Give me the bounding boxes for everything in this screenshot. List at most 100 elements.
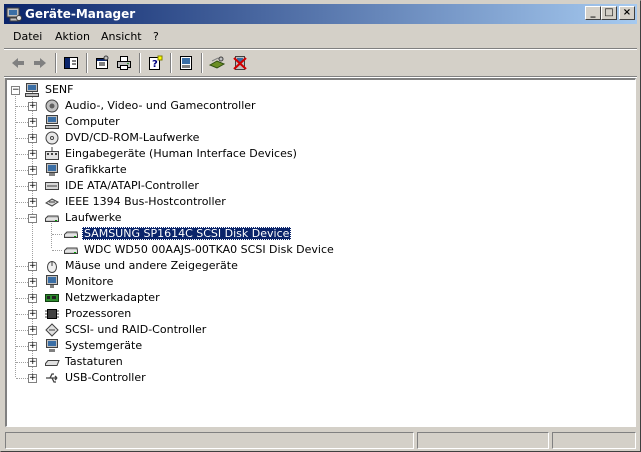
system-devices-icon [46,339,58,352]
expand-toggle[interactable]: + [28,278,37,287]
tree-connector-line [52,234,62,235]
device-tree[interactable]: − SENF + Audio-, Video- und Gamecontrolle… [5,78,636,427]
tree-category[interactable]: + Eingabegeräte (Human Interface Devices) [7,146,627,162]
toolbar: ? [4,50,637,76]
tree-label: Systemgeräte [65,339,143,352]
help-button[interactable]: ? [145,53,165,73]
tree-category[interactable]: + IDE ATA/ATAPI-Controller [7,178,627,194]
expand-toggle[interactable]: + [28,326,37,335]
update-driver-button[interactable] [176,53,196,73]
collapse-toggle[interactable]: − [28,214,37,223]
keyboard-icon [45,360,60,366]
tree-label: Grafikkarte [65,163,127,176]
tree-category[interactable]: − Laufwerke [7,210,627,226]
tree-category[interactable]: + Systemgeräte [7,338,627,354]
tree-category[interactable]: + Mäuse und andere Zeigegeräte [7,258,627,274]
tree-label: Audio-, Video- und Gamecontroller [65,99,256,112]
cd-drive-icon [45,131,59,145]
back-button[interactable] [8,53,28,73]
scsi-controller-icon [45,323,59,337]
status-panel-3 [552,432,636,449]
svg-text:?: ? [152,59,158,70]
toolbar-separator [86,53,88,73]
expand-toggle[interactable]: + [28,118,37,127]
processor-icon [45,309,59,319]
tree-label: Laufwerke [65,211,122,224]
expand-toggle[interactable]: + [28,358,37,367]
tree-category[interactable]: + Grafikkarte [7,162,627,178]
expand-toggle[interactable]: + [28,342,37,351]
tree-category[interactable]: + Computer [7,114,627,130]
tree-connector-line [52,250,62,251]
firewire-icon [45,198,59,207]
expand-toggle[interactable]: + [28,294,37,303]
monitor-icon [46,275,58,288]
display-adapter-icon [46,163,58,176]
tree-category[interactable]: + Tastaturen [7,354,627,370]
expand-toggle[interactable]: + [28,150,37,159]
menu-datei[interactable]: Datei [13,30,42,43]
expand-toggle[interactable]: + [28,262,37,271]
expand-toggle[interactable]: + [28,198,37,207]
minimize-button[interactable]: _ [585,6,601,20]
disk-drive-icon [64,247,78,254]
tree-label: USB-Controller [65,371,146,384]
expand-toggle[interactable]: + [28,310,37,319]
device-manager-window: Geräte-Manager _ □ × Datei Aktion Ansich… [0,0,641,452]
menu-help[interactable]: ? [153,30,159,43]
hid-icon [45,147,59,160]
tree-category[interactable]: + Audio-, Video- und Gamecontroller [7,98,627,114]
tree-device[interactable]: SAMSUNG SP1614C SCSI Disk Device [7,226,627,242]
window-title: Geräte-Manager [25,7,136,21]
uninstall-button[interactable] [230,53,250,73]
expand-toggle[interactable]: + [28,102,37,111]
menu-ansicht[interactable]: Ansicht [101,30,142,43]
title-bar[interactable]: Geräte-Manager _ □ × [4,4,637,24]
tree-root[interactable]: − SENF [7,82,627,98]
expand-toggle[interactable]: + [28,134,37,143]
expand-toggle[interactable]: + [28,182,37,191]
expand-toggle[interactable]: + [28,374,37,383]
status-bar [4,430,637,450]
print-button[interactable] [114,53,134,73]
close-button[interactable]: × [619,6,635,20]
tree-device[interactable]: WDC WD50 00AAJS-00TKA0 SCSI Disk Device [7,242,627,258]
back-arrow-icon [12,58,24,68]
expand-toggle[interactable]: + [28,166,37,175]
tree-label: IDE ATA/ATAPI-Controller [65,179,199,192]
uninstall-icon [233,56,247,70]
tree-label: Netzwerkadapter [65,291,160,304]
disk-drive-icon [45,215,59,222]
tree-category[interactable]: + Netzwerkadapter [7,290,627,306]
tree-label: WDC WD50 00AAJS-00TKA0 SCSI Disk Device [84,243,334,256]
menu-bar: Datei Aktion Ansicht ? [4,27,637,47]
tree-label: Monitore [65,275,114,288]
tree-label: Mäuse und andere Zeigegeräte [65,259,238,272]
scan-hardware-icon [209,56,225,69]
menu-aktion[interactable]: Aktion [55,30,90,43]
collapse-toggle[interactable]: − [11,86,20,95]
properties-button[interactable] [92,53,112,73]
tree-label: Eingabegeräte (Human Interface Devices) [65,147,297,160]
computer-icon [45,115,59,129]
tree-label: Computer [65,115,120,128]
tree-category[interactable]: + Prozessoren [7,306,627,322]
tree-category[interactable]: + SCSI- und RAID-Controller [7,322,627,338]
tree-label-root: SENF [45,83,74,96]
help-icon: ? [149,55,163,70]
toolbar-separator [55,53,57,73]
show-hide-tree-button[interactable] [61,53,81,73]
tree-category[interactable]: + Monitore [7,274,627,290]
tree-category[interactable]: + DVD/CD-ROM-Laufwerke [7,130,627,146]
speaker-icon [45,99,59,113]
tree-category[interactable]: + IEEE 1394 Bus-Hostcontroller [7,194,627,210]
tree-label: DVD/CD-ROM-Laufwerke [65,131,200,144]
tree-label: SCSI- und RAID-Controller [65,323,207,336]
forward-button[interactable] [30,53,50,73]
tree-category[interactable]: + USB-Controller [7,370,627,386]
toolbar-separator [201,53,203,73]
maximize-button[interactable]: □ [601,6,617,20]
scan-hardware-button[interactable] [207,53,227,73]
toolbar-separator [170,53,172,73]
network-adapter-icon [45,294,59,302]
